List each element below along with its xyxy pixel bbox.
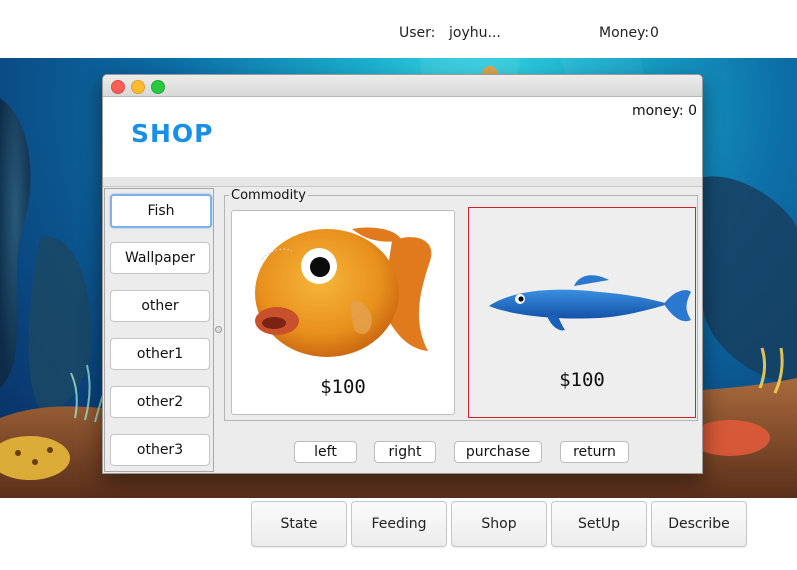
category-fish-button[interactable]: Fish <box>110 194 212 228</box>
right-button[interactable]: right <box>374 441 436 463</box>
category-wallpaper-button[interactable]: Wallpaper <box>110 242 210 274</box>
item-price: $100 <box>320 376 366 398</box>
user-label: User: <box>399 25 436 41</box>
describe-button[interactable]: Describe <box>651 501 747 547</box>
category-other1-button[interactable]: other1 <box>110 338 210 370</box>
shop-money: money: 0 <box>631 103 697 119</box>
return-button[interactable]: return <box>560 441 629 463</box>
money-value: 0 <box>650 25 659 41</box>
left-button[interactable]: left <box>294 441 357 463</box>
item-price: $100 <box>559 369 605 391</box>
feeding-button[interactable]: Feeding <box>351 501 447 547</box>
commodity-item-selected[interactable]: $100 <box>468 207 696 418</box>
shop-window: SHOP money: 0 Fish Wallpaper other other… <box>102 74 703 474</box>
user-value: joyhu... <box>449 25 501 41</box>
page-title: SHOP <box>131 119 214 148</box>
purchase-button[interactable]: purchase <box>454 441 542 463</box>
shop-header: SHOP money: 0 <box>103 97 702 177</box>
bottom-toolbar: State Feeding Shop SetUp Describe <box>0 498 797 570</box>
commodity-legend: Commodity <box>229 188 308 203</box>
header-divider <box>103 177 702 187</box>
status-bar: User: joyhu... Money: 0 <box>0 0 797 58</box>
category-list: Fish Wallpaper other other1 other2 other… <box>104 188 214 472</box>
category-other-button[interactable]: other <box>110 290 210 322</box>
orange-goldfish-icon <box>255 227 432 357</box>
minimize-icon[interactable] <box>131 80 145 94</box>
split-pane-handle[interactable] <box>215 326 222 333</box>
zoom-icon[interactable] <box>151 80 165 94</box>
shop-button[interactable]: Shop <box>451 501 547 547</box>
category-other3-button[interactable]: other3 <box>110 434 210 466</box>
category-other2-button[interactable]: other2 <box>110 386 210 418</box>
blue-fish-icon <box>489 275 691 331</box>
commodity-item[interactable]: $100 <box>231 210 455 415</box>
commodity-panel: $100 $100 <box>224 195 698 421</box>
close-icon[interactable] <box>111 80 125 94</box>
window-titlebar <box>103 75 702 97</box>
state-button[interactable]: State <box>251 501 347 547</box>
money-label: Money: <box>599 25 650 41</box>
setup-button[interactable]: SetUp <box>551 501 647 547</box>
